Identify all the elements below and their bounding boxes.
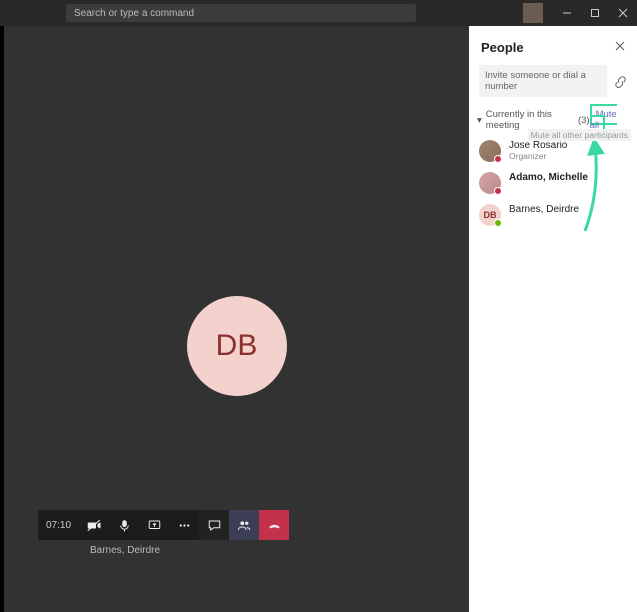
- minimize-button[interactable]: [553, 0, 581, 26]
- speaker-name-caption: Barnes, Deirdre: [90, 545, 160, 556]
- participant-row[interactable]: DB Barnes, Deirdre: [469, 199, 637, 231]
- people-panel-title: People: [481, 40, 524, 55]
- chat-icon: [207, 518, 222, 533]
- share-button[interactable]: [139, 510, 169, 540]
- participant-avatar: DB: [479, 204, 501, 226]
- participant-row[interactable]: Adamo, Michelle: [469, 167, 637, 199]
- title-bar: Search or type a command: [0, 0, 637, 26]
- presence-indicator: [494, 187, 502, 195]
- link-icon: [614, 75, 627, 88]
- more-icon: [177, 518, 192, 533]
- meeting-toolbar: 07:10: [38, 510, 289, 540]
- chat-button[interactable]: [199, 510, 229, 540]
- chevron-down-icon: ▾: [477, 115, 482, 126]
- close-window-button[interactable]: [609, 0, 637, 26]
- people-icon: [237, 518, 252, 533]
- camera-off-icon: [87, 518, 102, 533]
- presence-indicator: [494, 219, 502, 227]
- share-screen-icon: [147, 518, 162, 533]
- user-avatar-square[interactable]: [523, 3, 543, 23]
- section-label: Currently in this meeting: [486, 109, 575, 131]
- presence-indicator: [494, 155, 502, 163]
- microphone-icon: [117, 518, 132, 533]
- hangup-button[interactable]: [259, 510, 289, 540]
- participant-row[interactable]: Jose RosarioOrganizer: [469, 135, 637, 167]
- mic-button[interactable]: [109, 510, 139, 540]
- camera-button[interactable]: [79, 510, 109, 540]
- search-placeholder: Search or type a command: [74, 8, 194, 19]
- close-panel-button[interactable]: [615, 41, 625, 54]
- section-count: (3): [578, 115, 590, 126]
- participant-role: Organizer: [509, 151, 567, 161]
- participant-name: Barnes, Deirdre: [509, 204, 579, 215]
- participant-avatar: [479, 140, 501, 162]
- invite-placeholder: Invite someone or dial a number: [485, 70, 586, 92]
- people-panel: People Invite someone or dial a number ▾…: [469, 26, 637, 612]
- copy-link-button[interactable]: [613, 74, 627, 88]
- avatar-initials: DB: [216, 329, 258, 363]
- meeting-stage: DB 07:10 Bar: [4, 26, 469, 612]
- participant-name: Adamo, Michelle: [509, 172, 588, 183]
- search-input[interactable]: Search or type a command: [66, 4, 416, 22]
- invite-input[interactable]: Invite someone or dial a number: [479, 65, 607, 97]
- mute-all-button[interactable]: Mute all: [590, 104, 617, 136]
- meeting-timer: 07:10: [38, 510, 79, 540]
- main-area: DB 07:10 Bar: [0, 26, 637, 612]
- maximize-button[interactable]: [581, 0, 609, 26]
- more-actions-button[interactable]: [169, 510, 199, 540]
- close-icon: [615, 41, 625, 51]
- people-button[interactable]: [229, 510, 259, 540]
- participant-name: Jose Rosario: [509, 140, 567, 151]
- hangup-icon: [267, 518, 282, 533]
- participant-avatar-large: DB: [187, 296, 287, 396]
- participants-section-header[interactable]: ▾ Currently in this meeting (3) Mute all…: [469, 105, 637, 135]
- participant-avatar: [479, 172, 501, 194]
